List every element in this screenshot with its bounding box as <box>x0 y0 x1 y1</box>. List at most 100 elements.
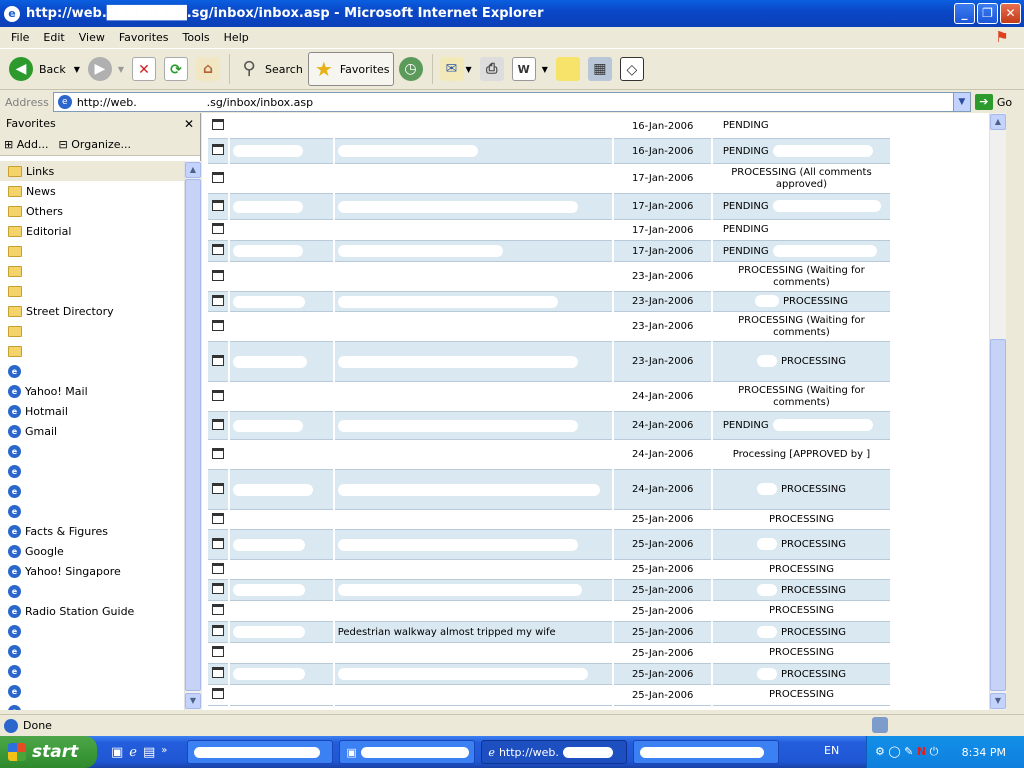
scroll-up-icon[interactable]: ▲ <box>185 162 201 178</box>
favorite-item[interactable]: e Hotmail <box>0 401 184 421</box>
print-button[interactable]: ⎙ <box>477 52 507 86</box>
document-icon[interactable] <box>212 512 225 524</box>
mail-button[interactable]: ✉ ▼ <box>437 52 475 86</box>
document-icon[interactable] <box>212 447 225 459</box>
taskbar-item-1[interactable] <box>187 740 334 764</box>
close-button[interactable]: ✕ <box>1000 3 1021 24</box>
favorite-item[interactable] <box>0 281 184 301</box>
table-row[interactable]: Pedestrian walkway almost tripped my wif… <box>208 622 890 643</box>
favorite-item[interactable]: Street Directory <box>0 301 184 321</box>
favorite-item[interactable]: e <box>0 661 184 681</box>
favorite-item[interactable]: News <box>0 181 184 201</box>
address-input[interactable]: e http://web. .sg/inbox/inbox.asp ▼ <box>52 92 971 112</box>
table-row[interactable]: 24-Jan-2006 Processing [APPROVED by ] <box>208 440 890 470</box>
table-row[interactable]: 25-Jan-2006 PROCESSING <box>208 601 890 622</box>
favorite-item[interactable]: e <box>0 701 184 710</box>
table-row[interactable]: 23-Jan-2006 PROCESSING <box>208 342 890 382</box>
back-button[interactable]: ◀ Back ▼ <box>6 52 83 86</box>
favorite-item[interactable]: e <box>0 361 184 381</box>
favorite-item[interactable] <box>0 321 184 341</box>
document-icon[interactable] <box>212 119 225 130</box>
taskbar-item-ie[interactable]: ℯ http://web. <box>481 740 628 764</box>
menu-file[interactable]: File <box>4 31 36 44</box>
scroll-thumb[interactable] <box>990 339 1006 691</box>
favorite-item[interactable]: e <box>0 461 184 481</box>
favorite-item[interactable]: Others <box>0 201 184 221</box>
document-icon[interactable] <box>212 688 225 699</box>
table-row[interactable]: 25-Jan-2006 PROCESSING <box>208 510 890 530</box>
favorite-item[interactable]: e <box>0 501 184 521</box>
table-row[interactable]: 17-Jan-2006 PENDING <box>208 194 890 220</box>
minimize-button[interactable]: _ <box>954 3 975 24</box>
table-row[interactable]: 25-Jan-2006 PROCESSING <box>208 530 890 560</box>
favorite-item[interactable]: e <box>0 441 184 461</box>
table-row[interactable]: 16-Jan-2006 PENDING <box>208 139 890 164</box>
description-text[interactable]: Pedestrian walkway almost tripped my wif… <box>338 627 556 638</box>
language-indicator[interactable]: EN <box>824 744 839 757</box>
refresh-button[interactable]: ⟳ <box>161 52 191 86</box>
menu-help[interactable]: Help <box>217 31 256 44</box>
document-icon[interactable] <box>212 667 225 678</box>
document-icon[interactable] <box>212 294 225 306</box>
favorite-item[interactable] <box>0 341 184 361</box>
messenger-button[interactable]: ◇ <box>617 52 647 86</box>
favorite-item[interactable]: e <box>0 621 184 641</box>
document-icon[interactable] <box>212 604 225 615</box>
table-row[interactable]: 23-Jan-2006 PROCESSING (Waiting for comme… <box>208 312 890 342</box>
favorite-item[interactable] <box>0 261 184 281</box>
favorite-item[interactable]: Links <box>0 161 184 181</box>
research-button[interactable]: ▦ <box>585 52 615 86</box>
desktop-icon[interactable]: ▣ <box>111 745 123 760</box>
table-row[interactable]: 17-Jan-2006 PROCESSING (All comments appr… <box>208 164 890 194</box>
ie-quick-icon[interactable]: ℯ <box>129 745 137 760</box>
menu-favorites[interactable]: Favorites <box>112 31 176 44</box>
document-icon[interactable] <box>212 418 225 430</box>
document-icon[interactable] <box>212 562 225 574</box>
table-row[interactable]: 25-Jan-2006 PROCESSING <box>208 643 890 664</box>
favorite-item[interactable]: e <box>0 481 184 501</box>
close-favorites-icon[interactable]: ✕ <box>184 117 194 131</box>
table-row[interactable]: 25-Jan-2006 PROCESSING <box>208 664 890 685</box>
favorite-item[interactable]: e Facts & Figures <box>0 521 184 541</box>
table-row[interactable]: 24-Jan-2006 PROCESSING <box>208 470 890 510</box>
menu-edit[interactable]: Edit <box>36 31 71 44</box>
start-button[interactable]: start <box>0 736 97 768</box>
document-icon[interactable] <box>212 199 225 211</box>
stop-button[interactable]: ✕ <box>129 52 159 86</box>
chevron-right-icon[interactable]: » <box>161 745 167 760</box>
menu-tools[interactable]: Tools <box>176 31 217 44</box>
scroll-down-icon[interactable]: ▼ <box>990 693 1006 709</box>
content-scrollbar[interactable]: ▲ ▼ <box>989 113 1006 710</box>
tray-icons[interactable]: ⚙ ◯ ✎ N ⏻ <box>875 745 938 759</box>
document-icon[interactable] <box>212 144 225 155</box>
table-row[interactable]: 17-Jan-2006 PENDING <box>208 220 890 241</box>
table-row[interactable]: 16-Jan-2006 PENDING <box>208 114 890 139</box>
favorite-item[interactable] <box>0 241 184 261</box>
document-icon[interactable] <box>212 269 225 281</box>
document-icon[interactable] <box>212 389 225 401</box>
edit-button[interactable]: W ▼ <box>509 52 551 86</box>
taskbar-item-2[interactable]: ▣ <box>339 740 476 764</box>
document-icon[interactable] <box>212 354 225 366</box>
document-icon[interactable] <box>212 171 225 183</box>
document-icon[interactable] <box>212 482 225 494</box>
table-row[interactable]: 25-Jan-2006 PROCESSING <box>208 685 890 706</box>
taskbar-item-4[interactable] <box>633 740 780 764</box>
document-icon[interactable] <box>212 625 225 636</box>
restore-button[interactable]: ❐ <box>977 3 998 24</box>
document-icon[interactable] <box>212 223 225 234</box>
scroll-up-icon[interactable]: ▲ <box>990 114 1006 130</box>
table-row[interactable]: 25-Jan-2006 PROCESSING <box>208 560 890 580</box>
address-dropdown-icon[interactable]: ▼ <box>952 93 970 111</box>
table-row[interactable]: 23-Jan-2006 PROCESSING <box>208 292 890 312</box>
document-icon[interactable] <box>212 646 225 657</box>
forward-button[interactable]: ▶ ▼ <box>85 52 127 86</box>
document-icon[interactable] <box>212 319 225 331</box>
add-favorite-button[interactable]: ⊞ Add... <box>4 138 49 151</box>
document-icon[interactable] <box>212 583 225 594</box>
favorite-item[interactable]: Editorial <box>0 221 184 241</box>
table-row[interactable]: 17-Jan-2006 PENDING <box>208 241 890 262</box>
favorite-item[interactable]: e Radio Station Guide <box>0 601 184 621</box>
discuss-button[interactable] <box>553 52 583 86</box>
favorites-button[interactable]: ★ Favorites <box>307 52 394 86</box>
